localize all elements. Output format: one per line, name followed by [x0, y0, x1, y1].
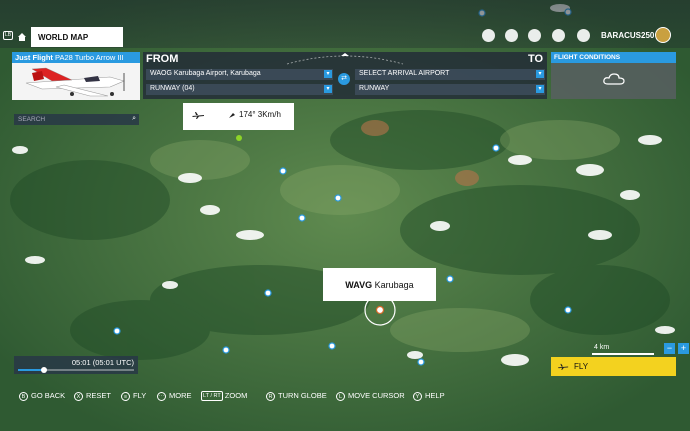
hint-more[interactable]: ⋯ MORE [157, 391, 192, 401]
flight-conditions-label: FLIGHT CONDITIONS [551, 52, 676, 63]
profile-icon[interactable] [528, 29, 541, 42]
left-stick-icon: L [336, 391, 345, 401]
airport-icao: WAVG [345, 280, 373, 290]
b-button-icon: B [19, 391, 28, 401]
world-map-tab[interactable]: WORLD MAP [31, 27, 123, 47]
time-slider-handle[interactable] [40, 367, 47, 373]
cloud-icon [603, 73, 625, 85]
hint-label: FLY [133, 391, 147, 400]
chevron-down-icon[interactable]: ▾ [536, 70, 544, 78]
hint-label: GO BACK [31, 391, 66, 400]
notifications-icon[interactable] [552, 29, 565, 42]
right-stick-icon: R [266, 391, 275, 401]
hint-label: MOVE CURSOR [348, 391, 405, 400]
airport-name: Karubaga [374, 280, 414, 290]
home-icon[interactable] [17, 32, 27, 42]
chevron-down-icon[interactable]: ▾ [536, 85, 544, 93]
chevron-down-icon[interactable]: ▾ [324, 70, 332, 78]
arrival-runway-field[interactable]: RUNWAY ▾ [355, 84, 545, 95]
time-of-day-control[interactable]: 05:01 (05:01 UTC) [14, 356, 138, 374]
settings-icon[interactable] [482, 29, 495, 42]
search-input[interactable]: SEARCH ⌕ [14, 114, 139, 125]
hint-label: MORE [169, 391, 192, 400]
map-scale: 4 km [592, 344, 654, 355]
airplane-icon [192, 112, 204, 119]
y-button-icon: Y [413, 391, 422, 401]
user-icon[interactable] [577, 29, 590, 42]
avatar[interactable] [655, 27, 671, 43]
aircraft-thumbnail [12, 63, 140, 100]
time-slider-track[interactable] [18, 367, 134, 373]
departure-airport: WAOG Karubaga Airport, Karubaga [150, 70, 261, 77]
aircraft-model: PA28 Turbo Arrow III [55, 53, 124, 62]
hint-reset[interactable]: X RESET [74, 391, 111, 401]
hint-label: ZOOM [224, 391, 248, 400]
hint-move-cursor[interactable]: L MOVE CURSOR [336, 391, 405, 401]
zoom-in-button[interactable]: + [678, 343, 689, 354]
wind-icon [229, 113, 235, 118]
hint-go-back[interactable]: B GO BACK [19, 391, 65, 401]
view-button-icon: ⋯ [157, 391, 166, 401]
time-display: 05:01 (05:01 UTC) [71, 358, 134, 367]
hint-turn-globe[interactable]: R TURN GLOBE [266, 391, 327, 401]
airport-label[interactable]: WAVG Karubaga [323, 268, 436, 301]
search-icon[interactable]: ⌕ [132, 115, 136, 123]
wind-info-box: 174° 3Km/h [183, 103, 294, 130]
departure-runway-field[interactable]: RUNWAY (04) ▾ [146, 84, 333, 95]
departure-runway: RUNWAY (04) [150, 85, 195, 92]
achievements-icon[interactable] [505, 29, 518, 42]
fly-button[interactable]: FLY [551, 357, 676, 376]
zoom-out-button[interactable]: − [664, 343, 675, 354]
menu-button-icon: ≡ [121, 391, 130, 401]
flight-conditions-panel[interactable]: FLIGHT CONDITIONS [551, 52, 676, 99]
fly-button-label: FLY [574, 362, 589, 371]
time-slider-fill [18, 369, 44, 371]
arrival-airport: SELECT ARRIVAL AIRPORT [359, 70, 450, 77]
wind-value: 174° 3Km/h [239, 110, 281, 119]
username: BARACUS250 [601, 31, 655, 40]
hint-label: HELP [425, 391, 445, 400]
arrival-airport-field[interactable]: SELECT ARRIVAL AIRPORT ▾ [355, 69, 545, 80]
x-button-icon: X [74, 391, 83, 401]
swap-route-button[interactable]: ⇄ [338, 73, 350, 85]
map-settings-icon[interactable]: LB [3, 31, 13, 40]
hint-zoom[interactable]: LT / RT ZOOM [201, 391, 248, 402]
map-scale-bar [592, 353, 654, 355]
aircraft-title: Just Flight PA28 Turbo Arrow III [12, 52, 140, 63]
airplane-icon [557, 363, 569, 370]
hint-fly[interactable]: ≡ FLY [121, 391, 146, 401]
aircraft-selector[interactable]: Just Flight PA28 Turbo Arrow III [12, 52, 140, 100]
to-label: TO [528, 53, 544, 65]
hint-label: RESET [86, 391, 112, 400]
departure-airport-field[interactable]: WAOG Karubaga Airport, Karubaga ▾ [146, 69, 333, 80]
trigger-button-icon: LT / RT [201, 391, 223, 402]
arrival-runway: RUNWAY [359, 85, 390, 92]
route-arc [286, 53, 404, 65]
search-placeholder: SEARCH [18, 116, 46, 123]
from-label: FROM [146, 53, 179, 65]
hint-help[interactable]: Y HELP [413, 391, 445, 401]
chevron-down-icon[interactable]: ▾ [324, 85, 332, 93]
map-scale-label: 4 km [594, 344, 610, 351]
hint-label: TURN GLOBE [278, 391, 327, 400]
aircraft-brand: Just Flight [15, 53, 53, 62]
